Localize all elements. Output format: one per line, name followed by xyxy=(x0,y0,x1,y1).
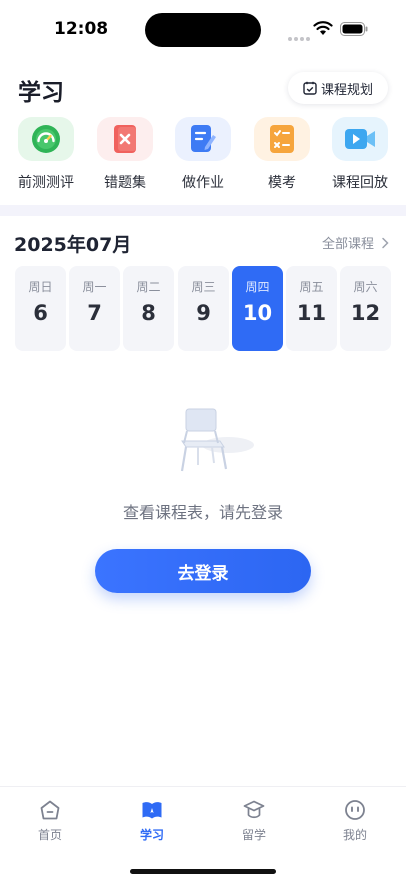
quick-action-playback[interactable]: 课程回放 xyxy=(320,117,400,192)
week-strip: 周日 6 周一 7 周二 8 周三 9 周四 10 周五 11 周六 12 xyxy=(15,266,391,351)
date-number: 10 xyxy=(242,301,273,325)
weekday-label: 周二 xyxy=(136,280,161,294)
battery-icon xyxy=(340,22,368,36)
home-icon xyxy=(40,800,60,820)
graduation-cap-icon xyxy=(243,800,265,819)
mock-exam-icon xyxy=(270,125,294,153)
weekday-label: 周五 xyxy=(299,280,324,294)
all-courses-link[interactable]: 全部课程 xyxy=(322,233,390,252)
weekday-label: 周日 xyxy=(28,280,53,294)
all-courses-label: 全部课程 xyxy=(322,237,375,252)
quick-action-mock-exam[interactable]: 模考 xyxy=(242,117,322,192)
weekday-label: 周三 xyxy=(191,280,216,294)
video-playback-icon xyxy=(345,129,375,149)
month-title: 2025年07月 xyxy=(14,234,132,256)
status-bar: 12:08 xyxy=(0,0,406,60)
status-time: 12:08 xyxy=(54,19,109,39)
profile-face-icon xyxy=(345,800,365,820)
home-indicator xyxy=(130,869,276,874)
day-cell-sun[interactable]: 周日 6 xyxy=(15,266,66,351)
tab-home[interactable]: 首页 xyxy=(20,799,80,843)
quick-action-label: 前测测评 xyxy=(18,175,74,191)
date-number: 6 xyxy=(33,301,48,325)
date-number: 11 xyxy=(296,301,327,325)
wifi-icon xyxy=(313,21,333,35)
login-button[interactable]: 去登录 xyxy=(95,549,311,593)
day-cell-tue[interactable]: 周二 8 xyxy=(123,266,174,351)
weekday-label: 周一 xyxy=(82,280,107,294)
weekday-label: 周六 xyxy=(353,280,378,294)
homework-icon xyxy=(191,125,216,152)
day-cell-wed[interactable]: 周三 9 xyxy=(178,266,229,351)
tab-me[interactable]: 我的 xyxy=(325,799,385,843)
course-plan-label: 课程规划 xyxy=(320,82,373,98)
tab-study[interactable]: 学习 xyxy=(122,799,182,843)
signal-dots-icon xyxy=(288,26,312,45)
dynamic-island xyxy=(145,13,261,47)
tab-label: 首页 xyxy=(37,828,62,842)
quick-action-label: 课程回放 xyxy=(332,175,388,191)
calendar-check-icon xyxy=(303,81,317,95)
quick-action-wrong-questions[interactable]: 错题集 xyxy=(85,117,165,192)
tab-study-abroad[interactable]: 留学 xyxy=(224,799,284,843)
section-divider xyxy=(0,205,406,216)
course-plan-button[interactable]: 课程规划 xyxy=(288,72,388,104)
chevron-right-icon xyxy=(382,237,389,248)
gauge-icon xyxy=(32,125,60,153)
date-number: 9 xyxy=(196,301,211,325)
wrong-questions-icon xyxy=(114,125,136,153)
tab-label: 留学 xyxy=(241,828,266,842)
quick-actions: 前测测评 错题集 做作业 模考 课程回放 xyxy=(0,117,406,197)
quick-action-pretest[interactable]: 前测测评 xyxy=(6,117,86,192)
quick-action-homework[interactable]: 做作业 xyxy=(163,117,243,192)
tab-label: 学习 xyxy=(139,828,164,842)
day-cell-mon[interactable]: 周一 7 xyxy=(69,266,120,351)
quick-action-label: 错题集 xyxy=(104,175,146,191)
book-icon xyxy=(142,802,162,819)
quick-action-label: 做作业 xyxy=(182,175,224,191)
quick-action-label: 模考 xyxy=(268,175,296,191)
empty-chair-illustration xyxy=(180,408,254,472)
login-prompt-text: 查看课程表，请先登录 xyxy=(122,503,283,522)
day-cell-sat[interactable]: 周六 12 xyxy=(340,266,391,351)
tab-label: 我的 xyxy=(342,828,367,842)
day-cell-thu-selected[interactable]: 周四 10 xyxy=(232,266,283,351)
date-number: 8 xyxy=(141,301,156,325)
day-cell-fri[interactable]: 周五 11 xyxy=(286,266,337,351)
weekday-label: 周四 xyxy=(245,280,270,294)
date-number: 7 xyxy=(87,301,102,325)
page-title: 学习 xyxy=(18,80,64,106)
date-number: 12 xyxy=(350,301,381,325)
